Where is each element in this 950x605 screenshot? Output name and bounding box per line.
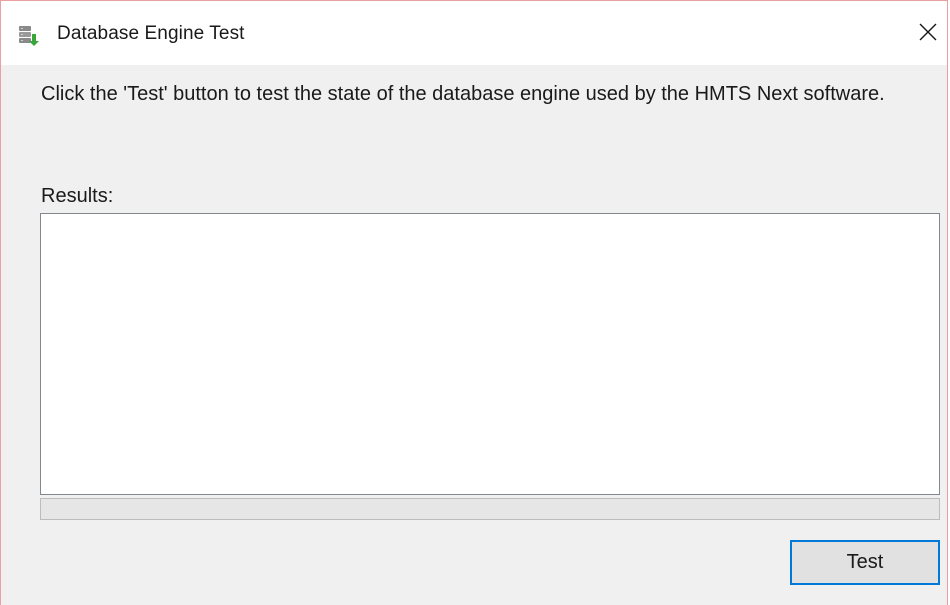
database-icon bbox=[17, 25, 39, 47]
instructions-text: Click the 'Test' button to test the stat… bbox=[41, 83, 885, 105]
results-textbox[interactable] bbox=[40, 213, 940, 495]
progress-bar bbox=[40, 498, 940, 520]
title-bar[interactable]: Database Engine Test bbox=[1, 1, 947, 65]
database-engine-test-window: Database Engine Test Click the 'Test' bu… bbox=[0, 0, 948, 605]
window-title: Database Engine Test bbox=[57, 23, 245, 44]
close-button[interactable] bbox=[911, 17, 945, 51]
results-label: Results: bbox=[41, 185, 114, 207]
test-button[interactable]: Test bbox=[790, 540, 940, 585]
close-icon bbox=[919, 23, 937, 46]
